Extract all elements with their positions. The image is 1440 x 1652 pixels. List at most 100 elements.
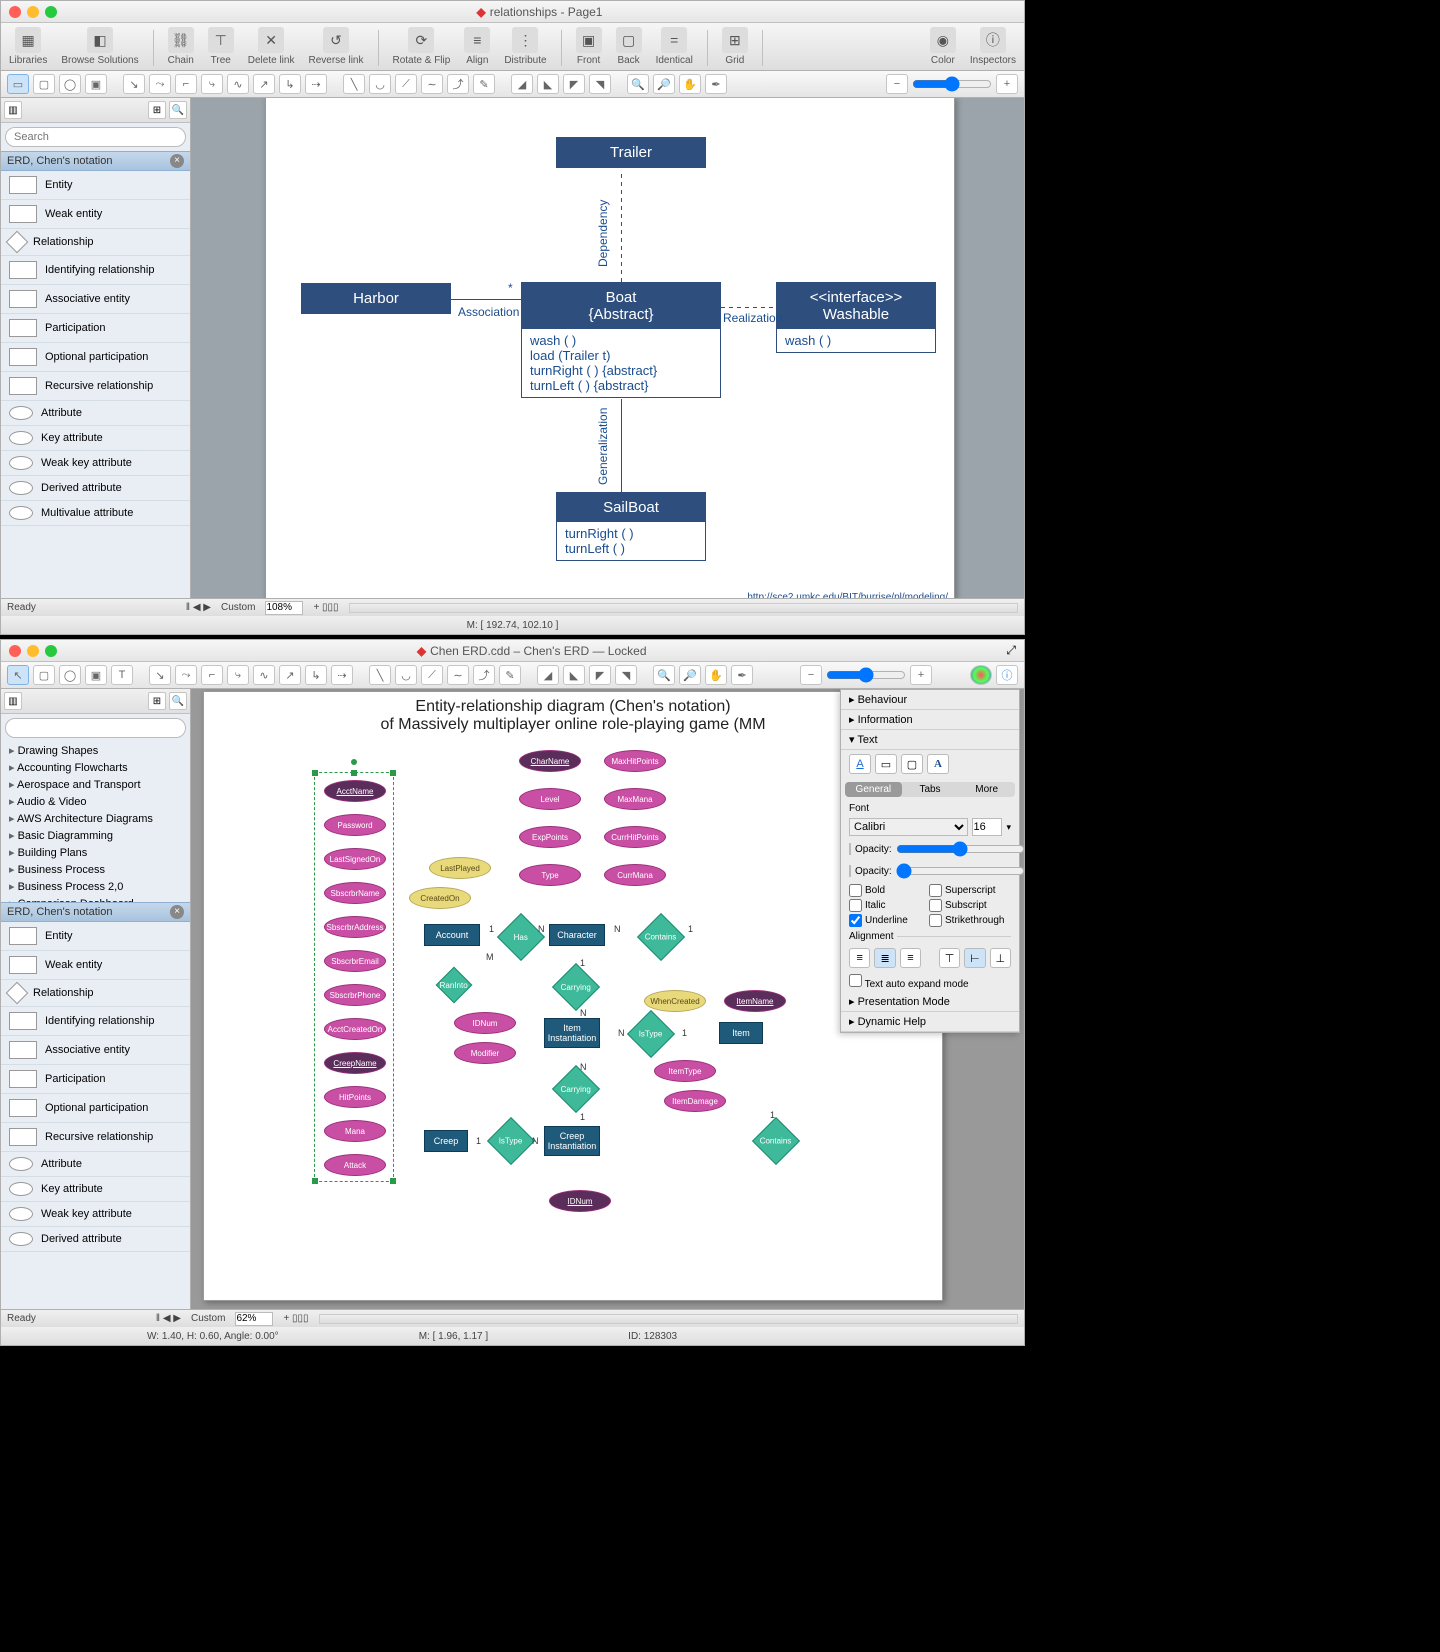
tree-item[interactable]: Drawing Shapes: [1, 742, 190, 759]
zoom-icon[interactable]: [45, 6, 57, 18]
rel-raninto[interactable]: RanInto: [436, 967, 473, 1004]
spline-tool[interactable]: ∼: [447, 665, 469, 685]
attr-sbscrbraddress[interactable]: SbscrbrAddress: [324, 916, 386, 938]
text-font-icon[interactable]: A: [927, 754, 949, 774]
attr-currhitpoints[interactable]: CurrHitPoints: [604, 826, 666, 848]
opacity-slider-2[interactable]: [896, 863, 1024, 879]
attr-acctcreatedon[interactable]: AcctCreatedOn: [324, 1018, 386, 1040]
zoom-slider[interactable]: [826, 667, 906, 683]
rect-tool[interactable]: ▢: [33, 665, 55, 685]
section-information[interactable]: Information: [841, 710, 1019, 730]
inspector-tabs[interactable]: General Tabs More: [845, 782, 1015, 797]
align-right-icon[interactable]: ≡: [900, 948, 921, 968]
connector-b-tool[interactable]: ↳: [279, 74, 301, 94]
arc-tool[interactable]: ◡: [369, 74, 391, 94]
rel-contains2[interactable]: Contains: [752, 1117, 800, 1165]
pages-panel-icon[interactable]: ▥: [4, 692, 22, 710]
zoom-out-icon[interactable]: 🔎: [679, 665, 701, 685]
lib-item[interactable]: Entity: [1, 922, 190, 951]
attr-acctname[interactable]: AcctName: [324, 780, 386, 802]
toolbar-back[interactable]: ▢Back: [616, 27, 642, 66]
zoom-icon[interactable]: [45, 645, 57, 657]
lib-item[interactable]: Key attribute: [1, 1177, 190, 1202]
attr-sbscrbrphone[interactable]: SbscrbrPhone: [324, 984, 386, 1006]
attr-sbscrbrname[interactable]: SbscrbrName: [324, 882, 386, 904]
zoom-out-icon[interactable]: 🔎: [653, 74, 675, 94]
text-tool[interactable]: T: [111, 665, 133, 685]
rel-carrying2[interactable]: Carrying: [552, 1065, 600, 1113]
attr-idnum2[interactable]: IDNum: [549, 1190, 611, 1212]
eyedrop-tool[interactable]: ✒: [731, 665, 753, 685]
toolbar-libraries[interactable]: ▦Libraries: [9, 27, 47, 66]
library-search-input[interactable]: [5, 718, 186, 738]
lib-item[interactable]: Weak entity: [1, 200, 190, 229]
attr-level[interactable]: Level: [519, 788, 581, 810]
tab-more[interactable]: More: [958, 782, 1015, 797]
co-a[interactable]: ◢: [537, 665, 559, 685]
callout-d-tool[interactable]: ◥: [589, 74, 611, 94]
tree-item[interactable]: AWS Architecture Diagrams: [1, 810, 190, 827]
class-harbor[interactable]: Harbor: [301, 283, 451, 314]
zoom-input[interactable]: [235, 1312, 273, 1326]
lib-item[interactable]: Identifying relationship: [1, 1007, 190, 1036]
lib-item[interactable]: Derived attribute: [1, 476, 190, 501]
lib-item[interactable]: Weak entity: [1, 951, 190, 980]
canvas[interactable]: Trailer Harbor Boat {Abstract} wash ( ) …: [191, 98, 1024, 598]
close-icon[interactable]: [9, 645, 21, 657]
entity-creep[interactable]: Creep: [424, 1130, 468, 1152]
attr-mana[interactable]: Mana: [324, 1120, 386, 1142]
connector-curve-tool[interactable]: ⤳: [149, 74, 171, 94]
close-icon[interactable]: [9, 6, 21, 18]
conn-f[interactable]: ↗: [279, 665, 301, 685]
tab-tabs[interactable]: Tabs: [902, 782, 959, 797]
zoom-input[interactable]: [265, 601, 303, 615]
library-search-input[interactable]: [5, 127, 186, 147]
lib-item[interactable]: Attribute: [1, 1152, 190, 1177]
section-help[interactable]: Dynamic Help: [841, 1012, 1019, 1032]
rel-istype[interactable]: IsType: [627, 1010, 675, 1058]
close-library-icon[interactable]: ×: [170, 154, 184, 168]
lib-item[interactable]: Recursive relationship: [1, 372, 190, 401]
attr-modifier[interactable]: Modifier: [454, 1042, 516, 1064]
toolbar-color[interactable]: ◉Color: [930, 27, 956, 66]
lib-item[interactable]: Relationship: [1, 229, 190, 256]
toolbar-reverse-link[interactable]: ↺Reverse link: [308, 27, 363, 66]
polyline-tool[interactable]: ⟋: [395, 74, 417, 94]
toolbar-rotate-flip[interactable]: ⟳Rotate & Flip: [393, 27, 451, 66]
footer-link[interactable]: http://sce2.umkc.edu/BIT/burrise/pl/mode…: [747, 592, 948, 598]
lib-item[interactable]: Multivalue attribute: [1, 501, 190, 526]
callout-b-tool[interactable]: ◣: [537, 74, 559, 94]
chk-italic[interactable]: Italic: [849, 899, 919, 912]
ellipse-tool[interactable]: ◯: [59, 665, 81, 685]
attr-lastplayed[interactable]: LastPlayed: [429, 857, 491, 879]
entity-account[interactable]: Account: [424, 924, 480, 946]
lib-item[interactable]: Weak key attribute: [1, 1202, 190, 1227]
tree-item[interactable]: Business Process: [1, 861, 190, 878]
lib-item[interactable]: Recursive relationship: [1, 1123, 190, 1152]
conn-h[interactable]: ⇢: [331, 665, 353, 685]
text-box-icon[interactable]: ▢: [901, 754, 923, 774]
pages-panel-icon[interactable]: ▥: [4, 101, 22, 119]
valign-top-icon[interactable]: ⊤: [939, 948, 960, 968]
conn-b[interactable]: ⤳: [175, 665, 197, 685]
connector-c-tool[interactable]: ⇢: [305, 74, 327, 94]
section-behaviour[interactable]: Behaviour: [841, 690, 1019, 710]
class-boat[interactable]: Boat {Abstract} wash ( ) load (Trailer t…: [521, 282, 721, 398]
lib-item[interactable]: Associative entity: [1, 1036, 190, 1065]
attr-itemname[interactable]: ItemName: [724, 990, 786, 1012]
zoom-plus[interactable]: +: [996, 74, 1018, 94]
attr-password[interactable]: Password: [324, 814, 386, 836]
valign-mid-icon[interactable]: ⊢: [964, 948, 985, 968]
lib-item[interactable]: Key attribute: [1, 426, 190, 451]
tree-item[interactable]: Audio & Video: [1, 793, 190, 810]
toolbar-align[interactable]: ≡Align: [464, 27, 490, 66]
toolbar-inspectors[interactable]: ⓘInspectors: [970, 27, 1016, 66]
attr-lastsignedon[interactable]: LastSignedOn: [324, 848, 386, 870]
image-tool[interactable]: ▣: [85, 74, 107, 94]
lib-item[interactable]: Participation: [1, 314, 190, 343]
text-style-a-icon[interactable]: A: [849, 754, 871, 774]
traffic-lights[interactable]: [9, 6, 57, 18]
valign-bot-icon[interactable]: ⊥: [990, 948, 1011, 968]
chk-superscript[interactable]: Superscript: [929, 884, 999, 897]
close-library-icon[interactable]: ×: [170, 905, 184, 919]
